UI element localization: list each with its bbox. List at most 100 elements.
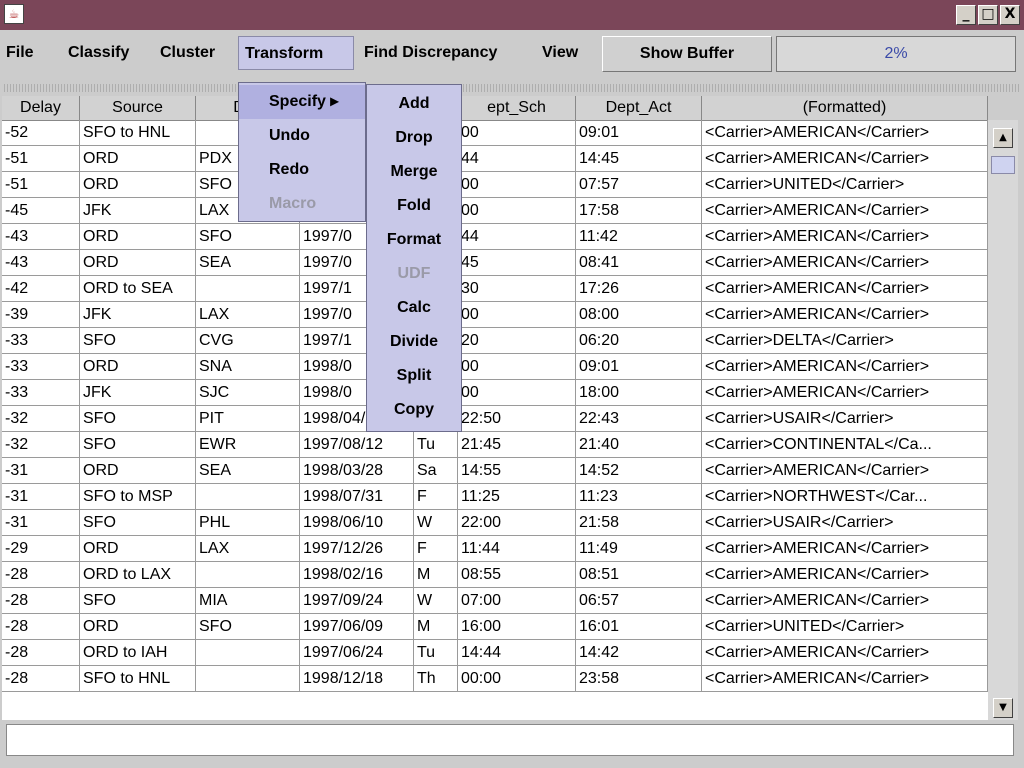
- cell-source[interactable]: JFK: [80, 380, 196, 406]
- cell-dept-act[interactable]: 22:43: [576, 406, 702, 432]
- cell-source[interactable]: SFO to HNL: [80, 120, 196, 146]
- cell-formatted[interactable]: <Carrier>AMERICAN</Carrier>: [702, 224, 988, 250]
- cell-formatted[interactable]: <Carrier>NORTHWEST</Car...: [702, 484, 988, 510]
- cell-dest[interactable]: [196, 276, 300, 302]
- cell-dest[interactable]: CVG: [196, 328, 300, 354]
- cell-day[interactable]: Th: [414, 666, 458, 692]
- cell-formatted[interactable]: <Carrier>AMERICAN</Carrier>: [702, 302, 988, 328]
- cell-formatted[interactable]: <Carrier>USAIR</Carrier>: [702, 406, 988, 432]
- cell-formatted[interactable]: <Carrier>CONTINENTAL</Ca...: [702, 432, 988, 458]
- cell-dest[interactable]: SEA: [196, 458, 300, 484]
- cell-formatted[interactable]: <Carrier>UNITED</Carrier>: [702, 172, 988, 198]
- cell-delay[interactable]: -33: [2, 380, 80, 406]
- cell-dest[interactable]: [196, 666, 300, 692]
- submenu-entry-divide[interactable]: Divide: [367, 325, 461, 359]
- cell-delay[interactable]: -28: [2, 666, 80, 692]
- cell-dept-act[interactable]: 09:01: [576, 120, 702, 146]
- cell-source[interactable]: SFO: [80, 328, 196, 354]
- cell-dept-sch[interactable]: 20: [458, 328, 576, 354]
- cell-delay[interactable]: -28: [2, 614, 80, 640]
- cell-dept-act[interactable]: 18:00: [576, 380, 702, 406]
- cell-dest[interactable]: PHL: [196, 510, 300, 536]
- cell-date[interactable]: 1998/06/10: [300, 510, 414, 536]
- cell-dept-sch[interactable]: 00:00: [458, 666, 576, 692]
- cell-delay[interactable]: -28: [2, 588, 80, 614]
- cell-dept-sch[interactable]: 00: [458, 302, 576, 328]
- menu-classify[interactable]: Classify: [68, 36, 129, 70]
- column-header-dept-sch[interactable]: ept_Sch: [458, 96, 576, 120]
- table-row[interactable]: -33 ORD SNA 1998/0 00 09:01 <Carrier>AMERICAN<…: [2, 354, 988, 380]
- cell-dept-act[interactable]: 07:57: [576, 172, 702, 198]
- cell-dest[interactable]: MIA: [196, 588, 300, 614]
- cell-dest[interactable]: SFO: [196, 614, 300, 640]
- table-row[interactable]: -52 SFO to HNL 00 09:01 <Carrier>AMERICAN</C…: [2, 120, 988, 146]
- cell-date[interactable]: 1998/12/18: [300, 666, 414, 692]
- cell-day[interactable]: Tu: [414, 640, 458, 666]
- menu-entry-specify[interactable]: Specify ▸: [239, 85, 365, 119]
- menu-entry-redo[interactable]: Redo: [239, 153, 365, 187]
- cell-dept-sch[interactable]: 00: [458, 172, 576, 198]
- cell-formatted[interactable]: <Carrier>AMERICAN</Carrier>: [702, 588, 988, 614]
- close-button[interactable]: X: [1000, 5, 1020, 25]
- table-row[interactable]: -33 JFK SJC 1998/0 00 18:00 <Carrier>AMERICAN<…: [2, 380, 988, 406]
- cell-formatted[interactable]: <Carrier>AMERICAN</Carrier>: [702, 198, 988, 224]
- menu-view[interactable]: View: [542, 36, 578, 70]
- table-row[interactable]: -43 ORD SFO 1997/0 44 11:42 <Carrier>AMERICAN<…: [2, 224, 988, 250]
- cell-dept-act[interactable]: 06:57: [576, 588, 702, 614]
- cell-date[interactable]: 1997/08/12: [300, 432, 414, 458]
- cell-day[interactable]: F: [414, 484, 458, 510]
- cell-dest[interactable]: SJC: [196, 380, 300, 406]
- cell-day[interactable]: M: [414, 614, 458, 640]
- cell-delay[interactable]: -31: [2, 484, 80, 510]
- cell-delay[interactable]: -43: [2, 224, 80, 250]
- table-row[interactable]: -51 ORD PDX 44 14:45 <Carrier>AMERICAN</Carri…: [2, 146, 988, 172]
- scroll-up-icon[interactable]: ▲: [993, 128, 1013, 148]
- cell-dept-sch[interactable]: 00: [458, 198, 576, 224]
- cell-dest[interactable]: LAX: [196, 302, 300, 328]
- cell-dest[interactable]: [196, 640, 300, 666]
- cell-formatted[interactable]: <Carrier>UNITED</Carrier>: [702, 614, 988, 640]
- cell-source[interactable]: ORD: [80, 354, 196, 380]
- table-row[interactable]: -28 ORD SFO 1997/06/09 M 16:00 16:01 <Carrier>U…: [2, 614, 988, 640]
- table-row[interactable]: -28 ORD to IAH 1997/06/24 Tu 14:44 14:42 <Carr…: [2, 640, 988, 666]
- cell-dept-sch[interactable]: 22:50: [458, 406, 576, 432]
- cell-date[interactable]: 1997/09/24: [300, 588, 414, 614]
- cell-dept-sch[interactable]: 00: [458, 354, 576, 380]
- cell-dept-sch[interactable]: 11:44: [458, 536, 576, 562]
- cell-source[interactable]: ORD to IAH: [80, 640, 196, 666]
- cell-dept-sch[interactable]: 07:00: [458, 588, 576, 614]
- cell-delay[interactable]: -52: [2, 120, 80, 146]
- cell-delay[interactable]: -45: [2, 198, 80, 224]
- cell-dest[interactable]: [196, 484, 300, 510]
- cell-dept-sch[interactable]: 08:55: [458, 562, 576, 588]
- cell-source[interactable]: JFK: [80, 198, 196, 224]
- cell-delay[interactable]: -31: [2, 458, 80, 484]
- cell-source[interactable]: SFO: [80, 588, 196, 614]
- cell-dept-act[interactable]: 14:52: [576, 458, 702, 484]
- cell-date[interactable]: 1997/12/26: [300, 536, 414, 562]
- cell-date[interactable]: 1997/06/09: [300, 614, 414, 640]
- cell-dept-act[interactable]: 17:26: [576, 276, 702, 302]
- scroll-down-icon[interactable]: ▼: [993, 698, 1013, 718]
- cell-dept-act[interactable]: 08:00: [576, 302, 702, 328]
- cell-formatted[interactable]: <Carrier>AMERICAN</Carrier>: [702, 120, 988, 146]
- cell-dept-act[interactable]: 17:58: [576, 198, 702, 224]
- java-app-icon[interactable]: ☕: [4, 4, 24, 24]
- cell-formatted[interactable]: <Carrier>AMERICAN</Carrier>: [702, 354, 988, 380]
- table-row[interactable]: -32SFOPIT1998/04/12Su22:5022:43<Carrier>…: [2, 406, 988, 432]
- cell-day[interactable]: W: [414, 510, 458, 536]
- menu-transform[interactable]: Transform: [238, 36, 354, 70]
- table-row[interactable]: -29 ORD LAX 1997/12/26 F 11:44 11:49 <Carrier>A…: [2, 536, 988, 562]
- cell-delay[interactable]: -33: [2, 354, 80, 380]
- cell-dept-act[interactable]: 11:23: [576, 484, 702, 510]
- cell-source[interactable]: SFO: [80, 432, 196, 458]
- vertical-scrollbar[interactable]: ▲ ▼: [988, 120, 1018, 720]
- cell-formatted[interactable]: <Carrier>AMERICAN</Carrier>: [702, 380, 988, 406]
- column-header-delay[interactable]: Delay: [2, 96, 80, 120]
- cell-delay[interactable]: -51: [2, 146, 80, 172]
- table-row[interactable]: -28 SFO MIA 1997/09/24 W 07:00 06:57 <Carrier>A…: [2, 588, 988, 614]
- cell-delay[interactable]: -31: [2, 510, 80, 536]
- table-row[interactable]: -51 ORD SFO 00 07:57 <Carrier>UNITED</Carrier…: [2, 172, 988, 198]
- cell-delay[interactable]: -32: [2, 432, 80, 458]
- cell-formatted[interactable]: <Carrier>AMERICAN</Carrier>: [702, 536, 988, 562]
